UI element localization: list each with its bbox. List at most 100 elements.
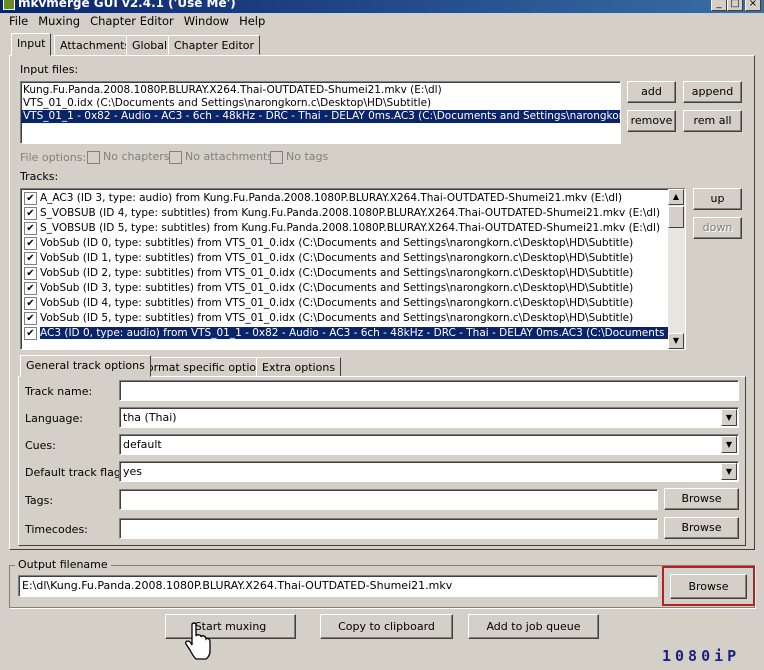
menu-bar: File Muxing Chapter Editor Window Help: [0, 13, 764, 30]
language-value: tha (Thai): [123, 411, 177, 424]
cues-select[interactable]: default ▼: [119, 434, 739, 455]
input-files-list[interactable]: Kung.Fu.Panda.2008.1080P.BLURAY.X264.Tha…: [20, 81, 621, 144]
chevron-down-icon[interactable]: ▼: [721, 436, 737, 453]
tags-input[interactable]: [119, 489, 658, 510]
checkbox-checked-icon[interactable]: ✔: [24, 206, 37, 220]
timecodes-input[interactable]: [119, 518, 658, 539]
tags-label: Tags:: [25, 494, 54, 507]
close-button[interactable]: ×: [745, 0, 761, 11]
maximize-button[interactable]: □: [727, 0, 743, 11]
cues-label: Cues:: [25, 439, 56, 452]
track-label: VobSub (ID 0, type: subtitles) from VTS_…: [40, 237, 634, 249]
input-files-label: Input files:: [20, 63, 79, 76]
menu-chapter-editor[interactable]: Chapter Editor: [85, 13, 179, 28]
track-label: S_VOBSUB (ID 5, type: subtitles) from Ku…: [40, 222, 661, 234]
default-track-flag-select[interactable]: yes ▼: [119, 461, 739, 482]
output-browse-button[interactable]: Browse: [670, 574, 747, 599]
checkbox-checked-icon[interactable]: ✔: [24, 266, 37, 280]
minimize-button[interactable]: _: [711, 0, 727, 11]
track-item[interactable]: ✔ VobSub (ID 5, type: subtitles) from VTS…: [21, 311, 669, 326]
tags-browse-button[interactable]: Browse: [664, 488, 739, 510]
remove-button[interactable]: remove: [627, 110, 676, 132]
track-item[interactable]: ✔ A_AC3 (ID 3, type: audio) from Kung.Fu.…: [21, 191, 669, 206]
track-name-input[interactable]: [119, 380, 739, 401]
no-attachments-checkbox[interactable]: No attachments: [169, 150, 273, 164]
no-attachments-label: No attachments: [185, 150, 274, 163]
language-label: Language:: [25, 412, 83, 425]
checkbox-icon: [87, 150, 100, 164]
title-bar: mkvmerge GUI v2.4.1 ('Use Me') _ □ ×: [0, 0, 764, 13]
track-label: A_AC3 (ID 3, type: audio) from Kung.Fu.P…: [40, 192, 623, 204]
checkbox-checked-icon[interactable]: ✔: [24, 311, 37, 325]
input-file-item[interactable]: VTS_01_0.idx (C:\Documents and Settings\…: [21, 97, 620, 110]
checkbox-checked-icon[interactable]: ✔: [24, 296, 37, 310]
remove-all-button[interactable]: rem all: [683, 110, 742, 132]
track-item[interactable]: ✔ VobSub (ID 3, type: subtitles) from VTS…: [21, 281, 669, 296]
checkbox-checked-icon[interactable]: ✔: [24, 281, 37, 295]
track-label: VobSub (ID 3, type: subtitles) from VTS_…: [40, 282, 634, 294]
menu-file[interactable]: File: [4, 13, 33, 28]
track-item[interactable]: ✔ VobSub (ID 1, type: subtitles) from VTS…: [21, 251, 669, 266]
input-file-item-selected[interactable]: VTS_01_1 - 0x82 - Audio - AC3 - 6ch - 48…: [21, 110, 620, 123]
default-track-flag-label: Default track flag:: [25, 466, 125, 479]
track-item[interactable]: ✔ VobSub (ID 4, type: subtitles) from VTS…: [21, 296, 669, 311]
no-chapters-checkbox[interactable]: No chapters: [87, 150, 170, 164]
default-track-flag-value: yes: [123, 465, 143, 478]
menu-muxing[interactable]: Muxing: [33, 13, 85, 28]
file-options-label: File options:: [20, 151, 87, 164]
checkbox-checked-icon[interactable]: ✔: [24, 326, 37, 340]
copy-to-clipboard-button[interactable]: Copy to clipboard: [320, 614, 453, 639]
track-item[interactable]: ✔ S_VOBSUB (ID 4, type: subtitles) from K…: [21, 206, 669, 221]
track-label: VobSub (ID 4, type: subtitles) from VTS_…: [40, 297, 634, 309]
tab-format-specific-options[interactable]: Format specific options: [135, 357, 275, 377]
checkbox-checked-icon[interactable]: ✔: [24, 221, 37, 235]
track-item[interactable]: ✔ VobSub (ID 2, type: subtitles) from VTS…: [21, 266, 669, 281]
menu-help[interactable]: Help: [234, 13, 270, 28]
no-tags-label: No tags: [286, 150, 329, 163]
tab-attachments[interactable]: Attachments: [54, 35, 137, 55]
track-label: VobSub (ID 5, type: subtitles) from VTS_…: [40, 312, 634, 324]
checkbox-checked-icon[interactable]: ✔: [24, 236, 37, 250]
language-select[interactable]: tha (Thai) ▼: [119, 407, 739, 428]
add-button[interactable]: add: [627, 81, 676, 103]
scroll-up-arrow-icon[interactable]: ▲: [668, 189, 684, 205]
track-item[interactable]: ✔ VobSub (ID 0, type: subtitles) from VTS…: [21, 236, 669, 251]
track-name-label: Track name:: [25, 385, 93, 398]
track-label: AC3 (ID 0, type: audio) from VTS_01_1 - …: [40, 327, 669, 339]
no-chapters-label: No chapters: [103, 150, 170, 163]
track-label: VobSub (ID 1, type: subtitles) from VTS_…: [40, 252, 634, 264]
hand-cursor-icon: [185, 622, 211, 660]
checkbox-icon: [169, 150, 182, 164]
tracks-scrollbar[interactable]: ▲ ▼: [668, 189, 685, 349]
tab-general-track-options[interactable]: General track options: [20, 355, 151, 377]
append-button[interactable]: append: [683, 81, 742, 103]
output-filename-input[interactable]: E:\dl\Kung.Fu.Panda.2008.1080P.BLURAY.X2…: [18, 575, 658, 597]
input-file-item[interactable]: Kung.Fu.Panda.2008.1080P.BLURAY.X264.Tha…: [21, 84, 620, 97]
tracks-list[interactable]: ✔ A_AC3 (ID 3, type: audio) from Kung.Fu.…: [20, 188, 686, 350]
tab-chapter-editor[interactable]: Chapter Editor: [168, 35, 261, 55]
track-label: S_VOBSUB (ID 4, type: subtitles) from Ku…: [40, 207, 661, 219]
menu-window[interactable]: Window: [179, 13, 234, 28]
tab-input[interactable]: Input: [11, 33, 52, 56]
track-item[interactable]: ✔ S_VOBSUB (ID 5, type: subtitles) from K…: [21, 221, 669, 236]
no-tags-checkbox[interactable]: No tags: [270, 150, 328, 164]
chevron-down-icon[interactable]: ▼: [721, 409, 737, 426]
output-filename-label: Output filename: [15, 558, 111, 571]
checkbox-icon: [270, 150, 283, 164]
timecodes-browse-button[interactable]: Browse: [664, 517, 739, 539]
down-button[interactable]: down: [693, 217, 742, 239]
scroll-down-arrow-icon[interactable]: ▼: [668, 333, 684, 349]
tracks-label: Tracks:: [20, 170, 59, 183]
scroll-thumb[interactable]: [668, 206, 684, 228]
tab-global[interactable]: Global: [126, 35, 174, 55]
watermark: 1080iP: [662, 647, 741, 665]
tab-extra-options[interactable]: Extra options: [256, 357, 342, 377]
window-title: mkvmerge GUI v2.4.1 ('Use Me'): [18, 0, 236, 10]
up-button[interactable]: up: [693, 188, 742, 210]
checkbox-checked-icon[interactable]: ✔: [24, 191, 37, 205]
chevron-down-icon[interactable]: ▼: [721, 463, 737, 480]
checkbox-checked-icon[interactable]: ✔: [24, 251, 37, 265]
track-item-selected[interactable]: ✔ AC3 (ID 0, type: audio) from VTS_01_1 -…: [21, 326, 669, 341]
app-icon: [3, 0, 15, 10]
add-to-job-queue-button[interactable]: Add to job queue: [468, 614, 599, 639]
